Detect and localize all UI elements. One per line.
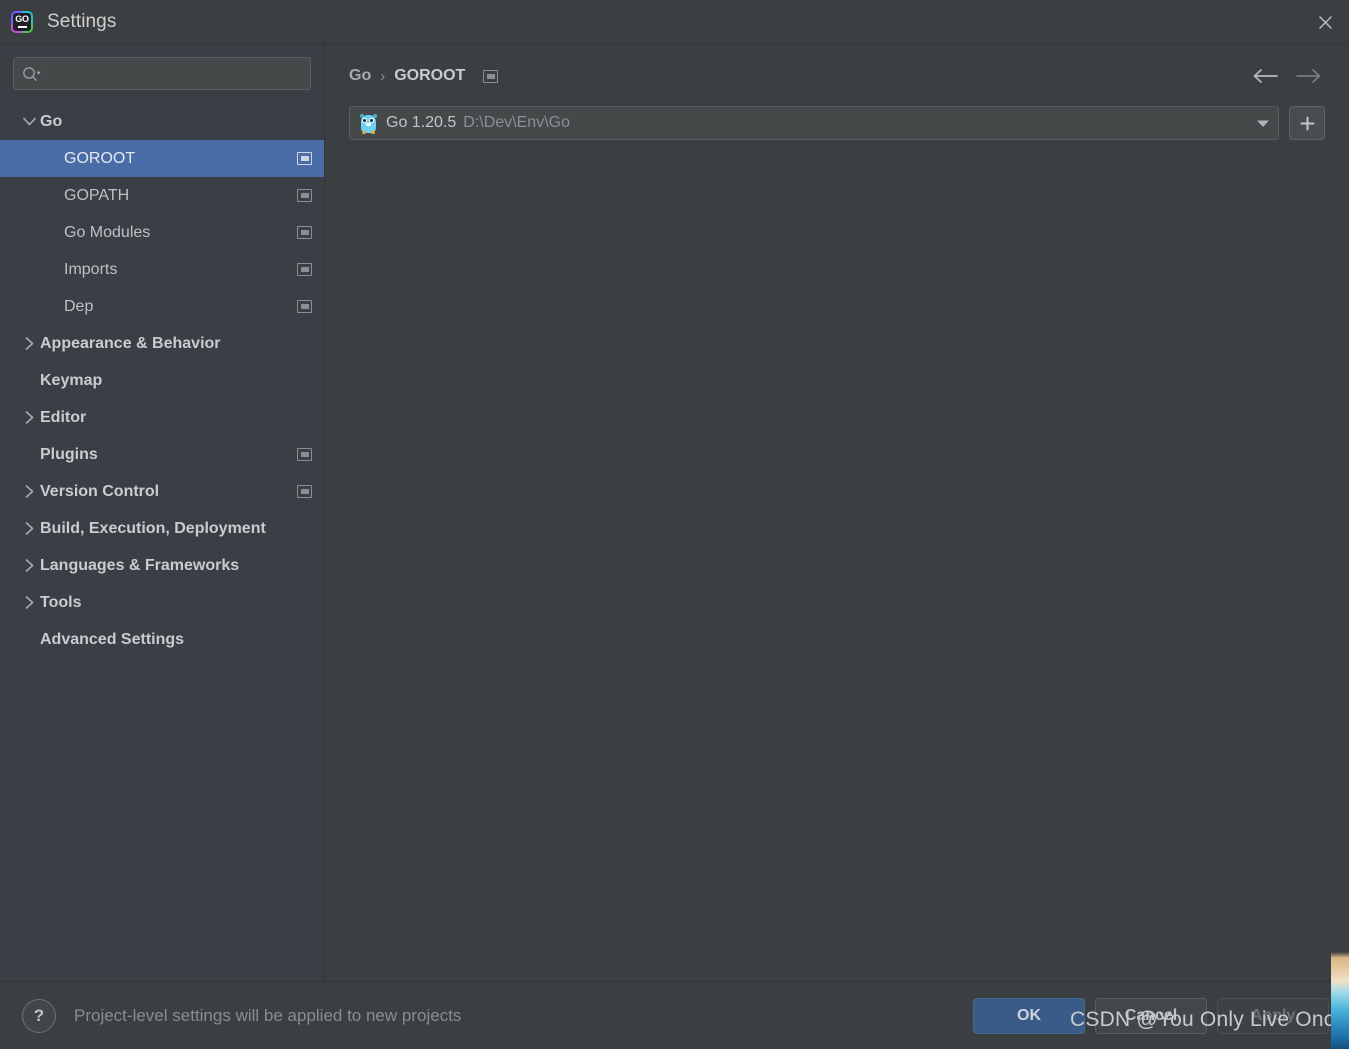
goroot-sdk-row: Go 1.20.5 D:\Dev\Env\Go xyxy=(349,106,1325,140)
dialog-footer: ? Project-level settings will be applied… xyxy=(0,981,1349,1049)
chevron-right-icon[interactable] xyxy=(18,337,40,350)
navigation-buttons xyxy=(1253,68,1325,84)
sidebar-item-label: Go Modules xyxy=(64,223,151,241)
project-level-icon xyxy=(297,189,312,202)
sidebar-item-tools[interactable]: Tools xyxy=(0,584,324,621)
sidebar-item-appearance-behavior[interactable]: Appearance & Behavior xyxy=(0,325,324,362)
sidebar-item-label: GOROOT xyxy=(64,149,136,167)
sidebar-item-advanced-settings[interactable]: Advanced Settings xyxy=(0,621,324,658)
sdk-path-label: D:\Dev\Env\Go xyxy=(463,114,570,131)
search-container xyxy=(0,44,324,100)
sidebar-item-label: Plugins xyxy=(40,445,98,463)
settings-dialog: GO Settings Go GOROOT GOPATH Go Modules … xyxy=(0,0,1349,1049)
goland-icon: GO xyxy=(11,10,33,33)
arrow-right-icon[interactable] xyxy=(1295,68,1321,84)
project-level-icon xyxy=(297,485,312,498)
chevron-right-icon[interactable] xyxy=(18,559,40,572)
sdk-version-label: Go 1.20.5 xyxy=(386,114,457,131)
main-empty-area xyxy=(349,140,1325,981)
goland-icon-plate: GO xyxy=(13,12,31,31)
project-level-icon xyxy=(297,226,312,239)
sidebar-item-editor[interactable]: Editor xyxy=(0,399,324,436)
goland-icon-text: GO xyxy=(15,14,29,24)
close-icon[interactable] xyxy=(1301,0,1349,44)
dialog-content: Go GOROOT GOPATH Go Modules Imports Dep Appear… xyxy=(0,44,1349,981)
sidebar-item-go[interactable]: Go xyxy=(0,103,324,140)
sidebar-item-label: Imports xyxy=(64,260,118,278)
breadcrumb-parent[interactable]: Go xyxy=(349,67,371,85)
sidebar-item-build-execution-deployment[interactable]: Build, Execution, Deployment xyxy=(0,510,324,547)
apply-button: Apply xyxy=(1217,997,1329,1034)
sidebar-item-label: Version Control xyxy=(40,482,160,500)
cancel-button[interactable]: Cancel xyxy=(1095,997,1207,1034)
sidebar-item-label: Go xyxy=(40,112,63,130)
sidebar-item-label: Advanced Settings xyxy=(40,630,185,648)
window-title: Settings xyxy=(47,10,117,32)
search-icon xyxy=(22,66,42,82)
title-bar: GO Settings xyxy=(0,0,1349,44)
chevron-right-icon[interactable] xyxy=(18,485,40,498)
sidebar-item-go-modules[interactable]: Go Modules xyxy=(0,214,324,251)
footer-note: Project-level settings will be applied t… xyxy=(74,1005,462,1025)
chevron-right-icon[interactable] xyxy=(18,596,40,609)
project-level-icon xyxy=(483,69,499,83)
sidebar-item-label: Editor xyxy=(40,408,87,426)
sidebar-item-version-control[interactable]: Version Control xyxy=(0,473,324,510)
chevron-down-icon[interactable] xyxy=(18,117,40,126)
project-level-icon xyxy=(297,263,312,276)
sidebar-item-label: Dep xyxy=(64,297,94,315)
goland-icon-bar xyxy=(17,26,27,28)
sidebar-item-gopath[interactable]: GOPATH xyxy=(0,177,324,214)
sidebar-item-keymap[interactable]: Keymap xyxy=(0,362,324,399)
sidebar-item-label: Languages & Frameworks xyxy=(40,556,240,574)
sidebar-item-languages-frameworks[interactable]: Languages & Frameworks xyxy=(0,547,324,584)
project-level-icon xyxy=(297,448,312,461)
settings-sidebar: Go GOROOT GOPATH Go Modules Imports Dep Appear… xyxy=(0,44,325,981)
chevron-right-icon[interactable] xyxy=(18,522,40,535)
search-field[interactable] xyxy=(13,57,311,90)
breadcrumb-separator: › xyxy=(380,67,386,85)
arrow-left-icon[interactable] xyxy=(1253,68,1279,84)
help-icon[interactable]: ? xyxy=(22,998,56,1033)
project-level-icon xyxy=(297,300,312,313)
settings-tree[interactable]: Go GOROOT GOPATH Go Modules Imports Dep Appear… xyxy=(0,100,324,981)
go-gopher-icon xyxy=(360,113,377,134)
sidebar-item-plugins[interactable]: Plugins xyxy=(0,436,324,473)
breadcrumb: Go › GOROOT xyxy=(349,44,1325,100)
sidebar-item-label: GOPATH xyxy=(64,186,130,204)
dialog-buttons: OK Cancel Apply xyxy=(973,997,1329,1034)
sidebar-item-imports[interactable]: Imports xyxy=(0,251,324,288)
settings-main-panel: Go › GOROOT Go 1.20.5 D:\Dev\Env\Go xyxy=(325,44,1349,981)
sidebar-item-label: Build, Execution, Deployment xyxy=(40,519,266,537)
sidebar-item-goroot[interactable]: GOROOT xyxy=(0,140,324,177)
sidebar-item-label: Keymap xyxy=(40,371,103,389)
project-level-icon xyxy=(297,152,312,165)
add-sdk-button[interactable] xyxy=(1289,106,1325,140)
breadcrumb-current: GOROOT xyxy=(394,67,466,84)
search-input[interactable] xyxy=(46,65,302,82)
ok-button[interactable]: OK xyxy=(973,997,1085,1034)
sidebar-item-dep[interactable]: Dep xyxy=(0,288,324,325)
sidebar-item-label: Appearance & Behavior xyxy=(40,334,221,352)
goroot-sdk-dropdown[interactable]: Go 1.20.5 D:\Dev\Env\Go xyxy=(349,106,1279,140)
chevron-down-icon[interactable] xyxy=(1248,107,1278,139)
chevron-right-icon[interactable] xyxy=(18,411,40,424)
sidebar-item-label: Tools xyxy=(40,593,82,611)
